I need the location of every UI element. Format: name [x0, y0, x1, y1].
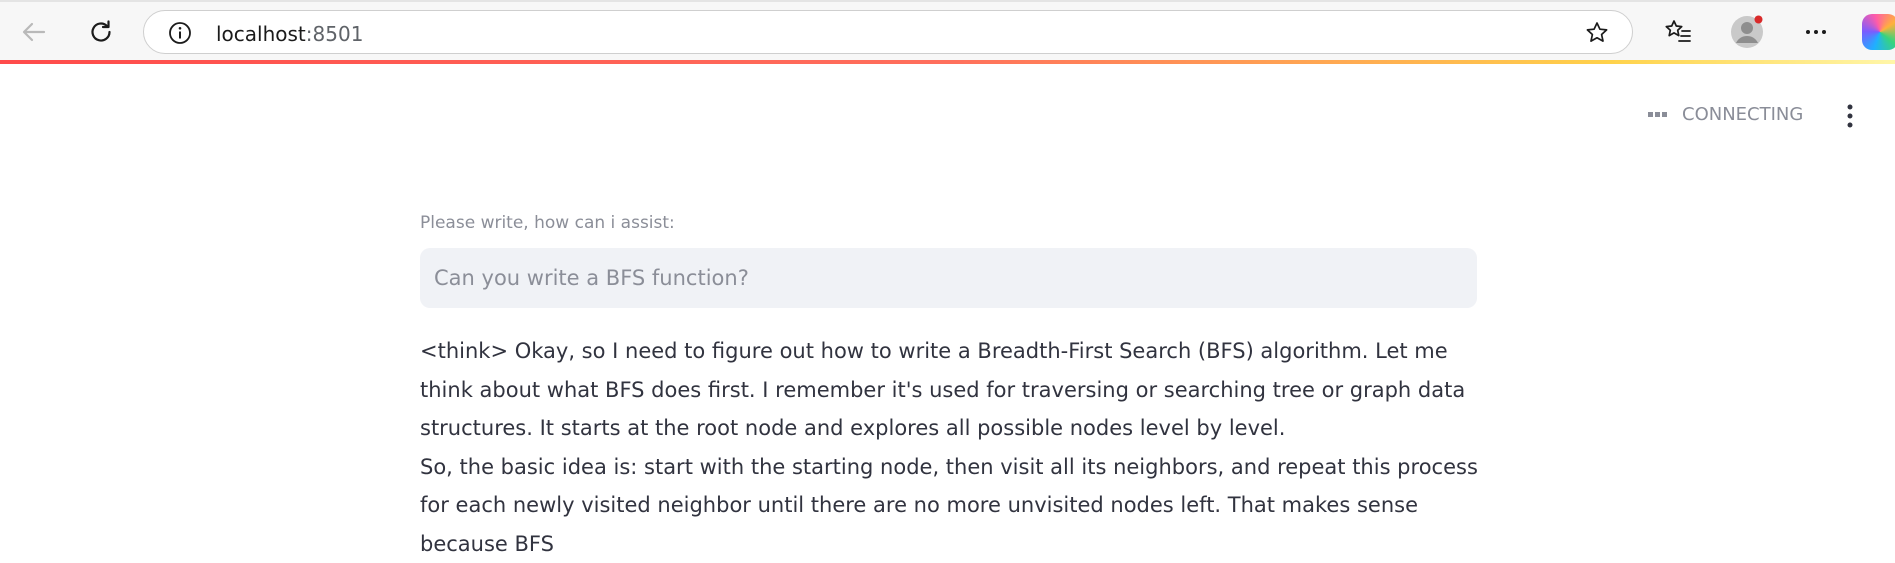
favorites-list-icon	[1663, 17, 1693, 47]
profile-button[interactable]	[1725, 10, 1769, 54]
status-text: CONNECTING	[1682, 104, 1803, 125]
address-bar[interactable]: localhost:8501	[143, 10, 1633, 54]
avatar-icon	[1729, 14, 1765, 50]
browser-toolbar: localhost:8501	[0, 0, 1895, 62]
status-dots-icon	[1648, 111, 1668, 119]
ellipsis-icon	[1802, 18, 1830, 46]
url-text: localhost:8501	[216, 22, 363, 46]
site-info-icon[interactable]	[168, 21, 192, 45]
url-host: localhost	[216, 22, 306, 46]
favorites-button[interactable]	[1656, 10, 1700, 54]
app-header-decoration	[0, 60, 1895, 64]
response-paragraph: So, the basic idea is: start with the st…	[420, 448, 1480, 563]
back-button[interactable]	[12, 10, 56, 54]
assistant-response: <think> Okay, so I need to figure out ho…	[420, 332, 1480, 563]
more-options-button[interactable]	[1794, 10, 1838, 54]
response-paragraph: <think> Okay, so I need to figure out ho…	[420, 332, 1480, 448]
main-menu-button[interactable]	[1838, 102, 1862, 130]
chat-input-label: Please write, how can i assist:	[420, 213, 675, 233]
reload-icon	[87, 18, 115, 46]
tab-strip-edge	[0, 0, 1895, 2]
reload-button[interactable]	[79, 10, 123, 54]
favorite-star-icon[interactable]	[1584, 20, 1610, 46]
vertical-dots-icon	[1838, 102, 1862, 130]
copilot-icon[interactable]	[1862, 14, 1895, 50]
url-port: :8501	[306, 22, 364, 46]
connection-status: CONNECTING	[1648, 104, 1803, 125]
back-arrow-icon	[20, 18, 48, 46]
chat-input[interactable]	[420, 248, 1477, 308]
